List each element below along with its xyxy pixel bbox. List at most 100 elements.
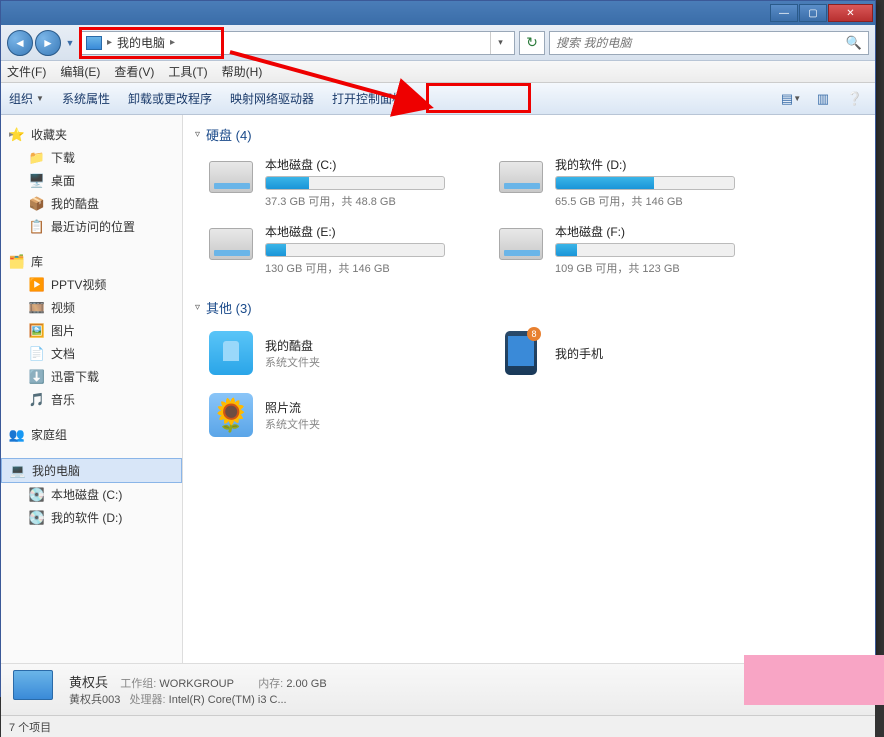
sidebar-item-drive-d[interactable]: 💽我的软件 (D:) (1, 506, 182, 529)
menubar: 文件(F) 编辑(E) 查看(V) 工具(T) 帮助(H) (1, 61, 875, 83)
sidebar-favorites[interactable]: ▸ ⭐ 收藏夹 (1, 123, 182, 146)
drive-usage-bar (555, 176, 735, 190)
sidebar-item-xunlei[interactable]: ⬇️迅雷下载 (1, 365, 182, 388)
sidebar-label: 我的电脑 (32, 462, 80, 479)
hdd-icon (497, 223, 545, 265)
nav-back-button[interactable]: ◄ (7, 30, 33, 56)
drive-usage-bar (555, 243, 735, 257)
drive-stats: 65.5 GB 可用，共 146 GB (555, 193, 759, 209)
section-header-drives[interactable]: ▿ 硬盘 (4) (195, 125, 863, 144)
toolbar-mapdrive[interactable]: 映射网络驱动器 (230, 90, 314, 107)
sidebar-item-documents[interactable]: 📄文档 (1, 342, 182, 365)
detail-workgroup: WORKGROUP (159, 678, 233, 690)
menu-help[interactable]: 帮助(H) (222, 63, 263, 80)
breadcrumb-dropdown[interactable]: ▾ (490, 32, 510, 54)
other-name: 我的酷盘 (265, 337, 320, 354)
search-input[interactable] (556, 36, 846, 50)
caret-down-icon: ▿ (195, 302, 200, 313)
breadcrumb[interactable]: ▸ 我的电脑 ▸ ▾ (81, 31, 515, 55)
sidebar-label: 家庭组 (31, 426, 67, 443)
document-icon: 📄 (29, 346, 45, 362)
chevron-right-icon[interactable]: ▸ (168, 37, 177, 48)
nav-forward-button[interactable]: ► (35, 30, 61, 56)
menu-tools[interactable]: 工具(T) (168, 63, 207, 80)
toolbar-uninstall[interactable]: 卸载或更改程序 (128, 90, 212, 107)
menu-view[interactable]: 查看(V) (114, 63, 154, 80)
drive-name: 本地磁盘 (C:) (265, 156, 469, 173)
folder-special-icon: 🌻 (207, 391, 255, 439)
drive-item[interactable]: 本地磁盘 (C:) 37.3 GB 可用，共 48.8 GB (203, 152, 473, 213)
menu-edit[interactable]: 编辑(E) (60, 63, 100, 80)
sidebar-item-pptv[interactable]: ▶️PPTV视频 (1, 273, 182, 296)
help-button[interactable]: ❔ (843, 88, 867, 110)
view-options-button[interactable]: ▤▼ (779, 88, 803, 110)
desktop-icon: 🖥️ (29, 173, 45, 189)
drive-name: 本地磁盘 (F:) (555, 223, 759, 240)
sidebar-label: 收藏夹 (31, 126, 67, 143)
expand-arrow-icon: ▸ (9, 129, 14, 140)
titlebar: — ▢ ✕ (1, 1, 875, 25)
sidebar-item-kupan[interactable]: 📦我的酷盘 (1, 192, 182, 215)
toolbar-properties[interactable]: 系统属性 (62, 90, 110, 107)
chevron-down-icon: ▼ (36, 94, 44, 103)
minimize-button[interactable]: — (770, 4, 798, 22)
sidebar-item-downloads[interactable]: 📁下载 (1, 146, 182, 169)
other-item[interactable]: 我的手机 (493, 325, 763, 381)
drive-usage-bar (265, 243, 445, 257)
other-name: 照片流 (265, 399, 320, 416)
drive-item[interactable]: 本地磁盘 (E:) 130 GB 可用，共 146 GB (203, 219, 473, 280)
sidebar-item-desktop[interactable]: 🖥️桌面 (1, 169, 182, 192)
drive-icon: 💽 (29, 487, 45, 503)
section-header-others[interactable]: ▿ 其他 (3) (195, 298, 863, 317)
search-box[interactable]: 🔍 (549, 31, 869, 55)
music-icon: 🎵 (29, 392, 45, 408)
computer-icon: 💻 (10, 463, 26, 479)
sidebar-item-drive-c[interactable]: 💽本地磁盘 (C:) (1, 483, 182, 506)
maximize-button[interactable]: ▢ (799, 4, 827, 22)
toolbar: 组织 ▼ 系统属性 卸载或更改程序 映射网络驱动器 打开控制面板 ▤▼ ▥ ❔ (1, 83, 875, 115)
sidebar-item-recent[interactable]: 📋最近访问的位置 (1, 215, 182, 238)
detail-memory-label: 内存: (258, 678, 283, 690)
menu-file[interactable]: 文件(F) (7, 63, 46, 80)
main-content: ▿ 硬盘 (4) 本地磁盘 (C:) 37.3 GB 可用，共 48.8 GB … (183, 115, 875, 663)
annotation-highlight-controlpanel (426, 83, 531, 113)
recent-icon: 📋 (29, 219, 45, 235)
sidebar-libraries[interactable]: 🗂️ 库 (1, 250, 182, 273)
folder-special-icon (497, 329, 545, 377)
picture-icon: 🖼️ (29, 323, 45, 339)
statusbar: 7 个项目 (1, 715, 875, 737)
video-icon: ▶️ (29, 277, 45, 293)
detail-cpu-label: 处理器: (130, 694, 166, 706)
drive-item[interactable]: 本地磁盘 (F:) 109 GB 可用，共 123 GB (493, 219, 763, 280)
other-item[interactable]: 🌻 照片流 系统文件夹 (203, 387, 473, 443)
other-item[interactable]: 我的酷盘 系统文件夹 (203, 325, 473, 381)
caret-down-icon: ▿ (195, 129, 200, 140)
drive-item[interactable]: 我的软件 (D:) 65.5 GB 可用，共 146 GB (493, 152, 763, 213)
drive-stats: 109 GB 可用，共 123 GB (555, 260, 759, 276)
library-icon: 🗂️ (9, 254, 25, 270)
sidebar-item-music[interactable]: 🎵音乐 (1, 388, 182, 411)
nav-history-dropdown[interactable]: ▼ (63, 30, 77, 56)
close-button[interactable]: ✕ (828, 4, 873, 22)
hdd-icon (207, 156, 255, 198)
computer-icon (86, 36, 102, 50)
sidebar-computer[interactable]: 💻 我的电脑 (1, 458, 182, 483)
sidebar-item-pictures[interactable]: 🖼️图片 (1, 319, 182, 342)
sidebar: ▸ ⭐ 收藏夹 📁下载 🖥️桌面 📦我的酷盘 📋最近访问的位置 🗂️ 库 ▶️P… (1, 115, 183, 663)
chevron-right-icon: ▸ (105, 37, 114, 48)
drive-name: 我的软件 (D:) (555, 156, 759, 173)
detail-workgroup-label: 工作组: (120, 678, 156, 690)
detail-cpu: Intel(R) Core(TM) i3 C... (169, 694, 287, 706)
other-name: 我的手机 (555, 345, 603, 362)
refresh-button[interactable]: ↻ (519, 31, 545, 55)
detail-user: 黄权兵003 (69, 694, 120, 706)
breadcrumb-location[interactable]: 我的电脑 (117, 34, 165, 51)
folder-icon: 📁 (29, 150, 45, 166)
sidebar-homegroup[interactable]: 👥 家庭组 (1, 423, 182, 446)
toolbar-controlpanel[interactable]: 打开控制面板 (332, 90, 404, 107)
download-icon: ⬇️ (29, 369, 45, 385)
toolbar-organize[interactable]: 组织 ▼ (9, 90, 44, 107)
preview-pane-button[interactable]: ▥ (811, 88, 835, 110)
search-icon[interactable]: 🔍 (846, 35, 862, 51)
sidebar-item-videos[interactable]: 🎞️视频 (1, 296, 182, 319)
